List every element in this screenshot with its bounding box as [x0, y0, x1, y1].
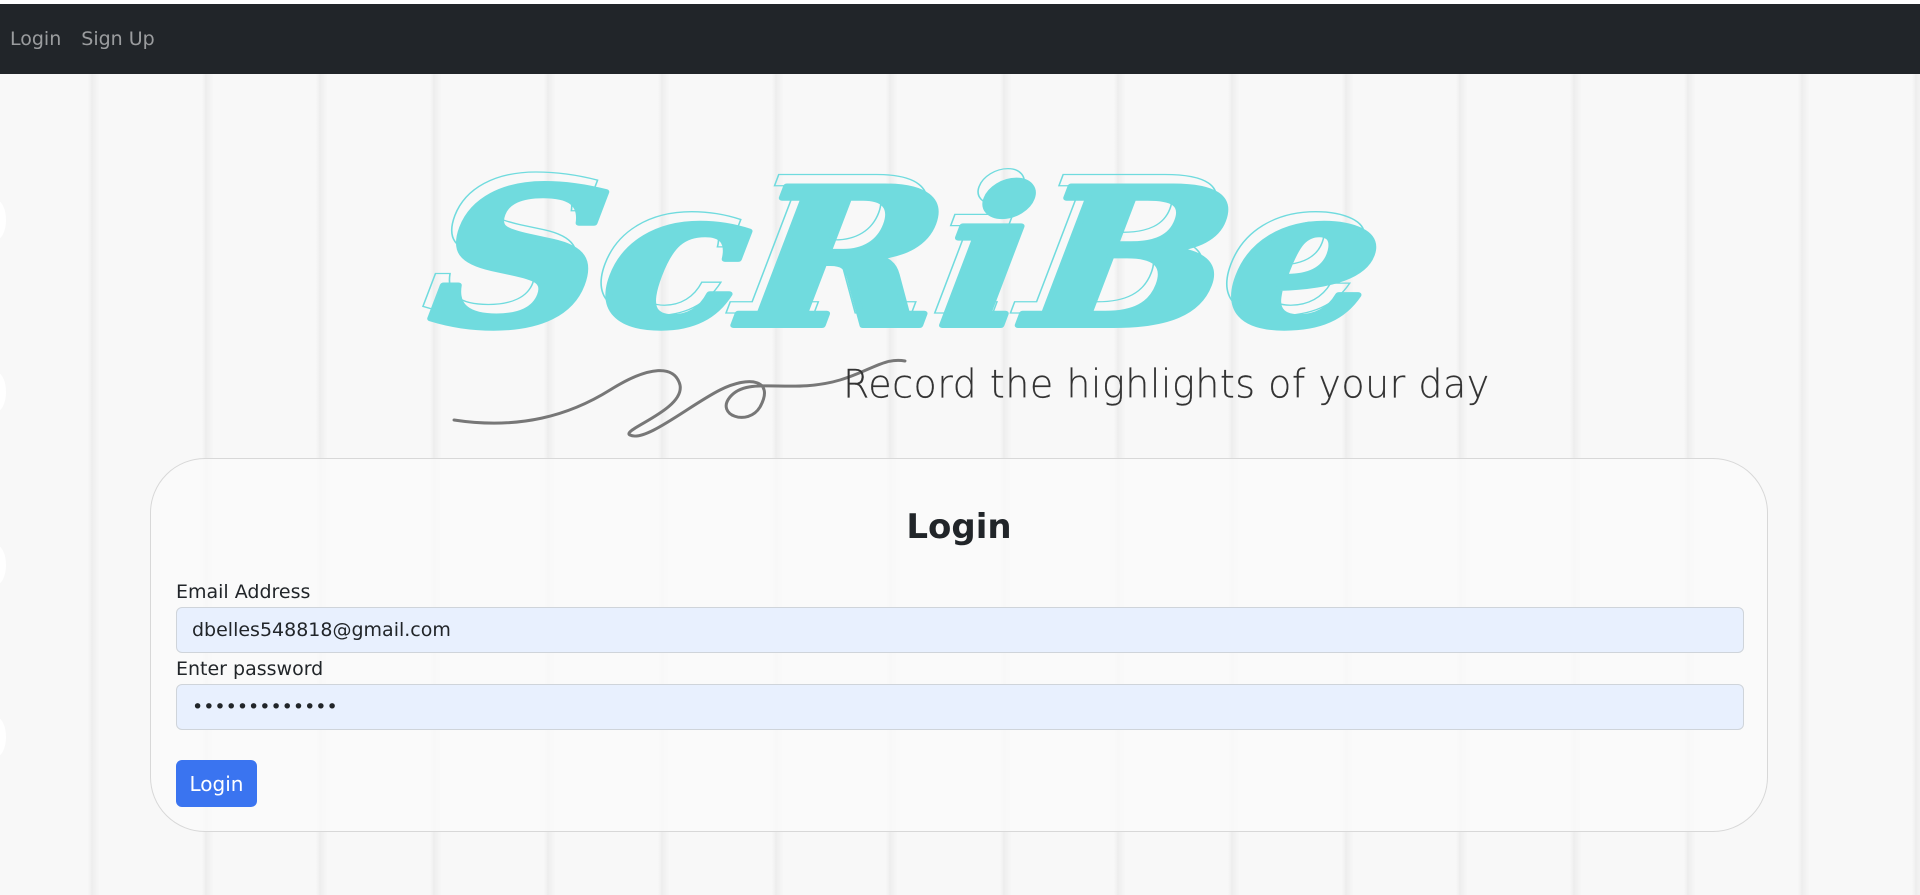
page: Login Sign Up ScRiBe ScRiBe Record the h…: [0, 0, 1920, 895]
navbar: Login Sign Up: [0, 4, 1920, 74]
password-field[interactable]: [176, 684, 1744, 730]
svg-text:ScRiBe: ScRiBe: [420, 148, 1396, 371]
scribe-logo: ScRiBe ScRiBe: [412, 135, 1450, 450]
background-edge-decoration: [0, 200, 6, 800]
nav-signup-link[interactable]: Sign Up: [81, 28, 154, 50]
login-title: Login: [906, 507, 1012, 547]
nav-login-link[interactable]: Login: [10, 28, 61, 50]
email-field[interactable]: [176, 607, 1744, 653]
password-label: Enter password: [176, 658, 324, 680]
login-card: Login Email Address Enter password Login: [150, 458, 1768, 832]
scribe-logo-graphic: ScRiBe ScRiBe: [412, 135, 1400, 438]
email-label: Email Address: [176, 581, 311, 603]
tagline: Record the highlights of your day: [843, 361, 1490, 407]
login-button[interactable]: Login: [176, 760, 257, 807]
